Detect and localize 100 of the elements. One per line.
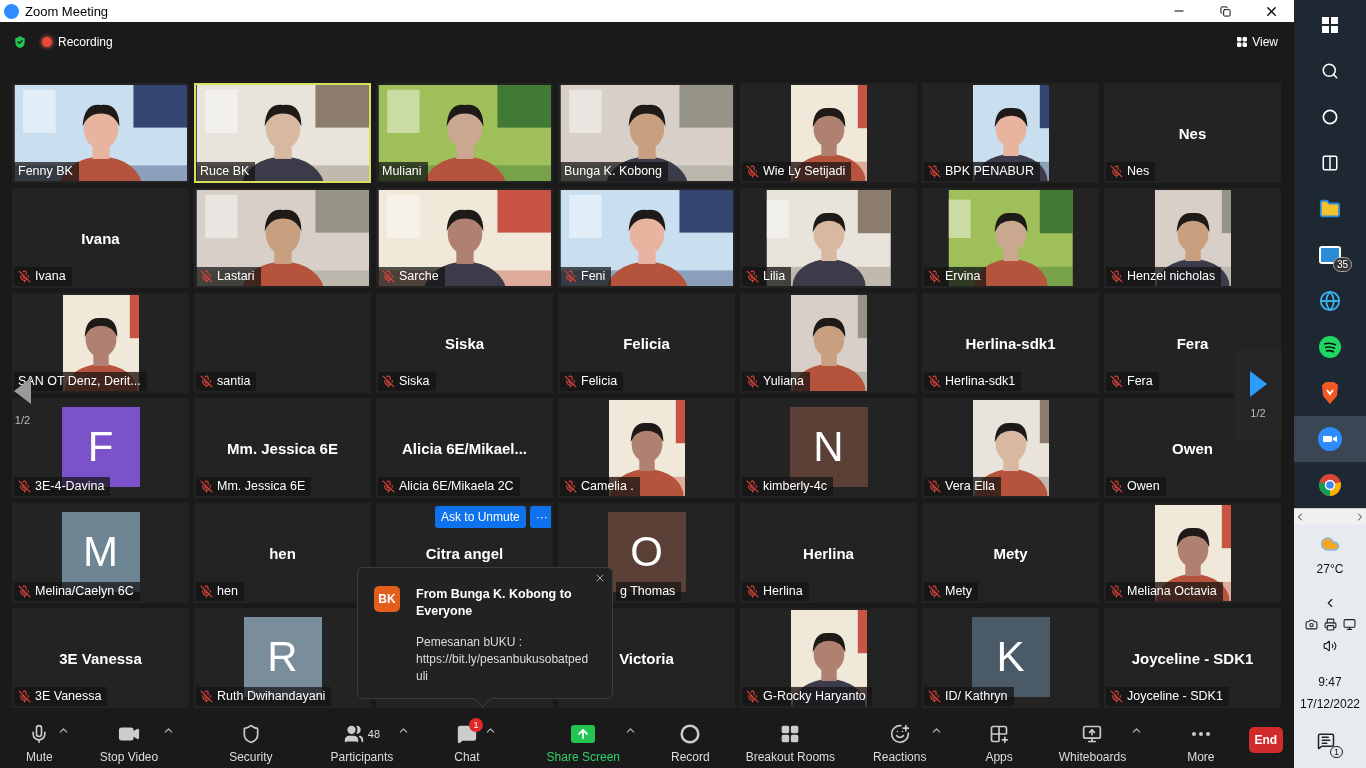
participant-name: Wie Ly Setijadi <box>763 164 846 178</box>
display-name: Alicia 6E/Mikael... <box>400 440 529 457</box>
page-indicator: 1/2 <box>14 414 31 426</box>
grid-icon <box>1236 36 1249 48</box>
message-text: Pemesanan bUKU : https://bit.ly/pesanbukusobatpeduli <box>416 634 590 685</box>
participant-name: Ruce BK <box>200 164 250 178</box>
smiley-icon <box>889 724 910 744</box>
camera-icon[interactable] <box>1304 618 1318 632</box>
music-app-icon <box>1319 336 1341 358</box>
clock-date: 17/12/2022 <box>1299 697 1361 712</box>
participant-count: 48 <box>367 728 380 740</box>
display-name: Herlina-sdk1 <box>964 335 1057 352</box>
participant-name: Lastari <box>217 269 255 283</box>
video-button[interactable]: Stop Video <box>95 716 163 764</box>
participant-name: 3E-4-Davina <box>35 479 105 493</box>
display-name: Mm. Jessica 6E <box>226 440 339 457</box>
view-button[interactable]: View <box>1232 31 1282 53</box>
participant-name: Alicia 6E/Mikaela 2C <box>399 479 514 493</box>
participant-name: Melina/Caelyn 6C <box>35 584 134 598</box>
apps-icon <box>989 724 1010 744</box>
participants-button[interactable]: 48 Participants <box>326 716 398 764</box>
participant-name: Ruth Dwihandayani <box>217 689 326 703</box>
participant-name: Ervina <box>945 269 981 283</box>
participant-name: Muliani <box>382 164 422 178</box>
monitor-icon <box>1082 724 1103 744</box>
message-sender: From Bunga K. Kobong to Everyone <box>416 586 573 620</box>
page-indicator: 1/2 <box>1250 407 1266 419</box>
security-button[interactable]: Security <box>225 716 277 764</box>
display-name: Herlina <box>802 545 855 562</box>
app-logo <box>4 3 19 19</box>
task-view-icon <box>1321 154 1339 172</box>
more-button[interactable]: More <box>1183 716 1219 764</box>
participant-name: Yuliana <box>763 374 804 388</box>
participant-name: kimberly-4c <box>763 479 827 493</box>
network-icon[interactable] <box>1342 618 1356 632</box>
mute-button[interactable]: Mute <box>22 716 57 764</box>
participant-name: Herlina-sdk1 <box>945 374 1016 388</box>
unread-badge: 1 <box>468 718 483 732</box>
display-name: Joyceline - SDK1 <box>1130 650 1255 667</box>
participant-name: Owen <box>1127 479 1160 493</box>
display-name: Owen <box>1171 440 1214 457</box>
grid-icon <box>780 724 801 744</box>
participant-name: santia <box>217 374 251 388</box>
participant-name: Camelia . <box>581 479 634 493</box>
end-button[interactable]: End <box>1248 727 1284 753</box>
display-name: Citra angel <box>424 545 505 562</box>
share-button[interactable]: Share Screen <box>542 716 624 764</box>
shield-check-icon[interactable] <box>12 34 28 50</box>
whiteboards-button[interactable]: Whiteboards <box>1054 716 1131 764</box>
participant-name: Nes <box>1127 164 1150 178</box>
lion-shield-icon <box>1320 382 1340 404</box>
participant-name: Mety <box>945 584 973 598</box>
search-icon <box>1321 62 1339 80</box>
participant-name: Bunga K. Kobong <box>564 164 662 178</box>
sender-avatar: BK <box>374 586 400 612</box>
participant-name: Henzel nicholas <box>1127 269 1216 283</box>
taskbar-button[interactable]: 35 <box>1294 232 1366 278</box>
participant-name: Joyceline - SDK1 <box>1127 689 1223 703</box>
breakout-button[interactable]: Breakout Rooms <box>741 716 840 764</box>
participant-name: Ivana <box>35 269 66 283</box>
participant-name: ID/ Kathryn <box>945 689 1008 703</box>
temperature: 27°C <box>1316 562 1344 577</box>
more-button[interactable]: ··· <box>529 506 551 528</box>
participant-name: Siska <box>399 374 430 388</box>
display-name: Mety <box>992 545 1029 562</box>
browser-icon <box>1318 473 1342 497</box>
recording-status: Recording <box>58 35 113 49</box>
circle-icon <box>1322 109 1338 125</box>
participant-name: hen <box>217 584 238 598</box>
next-page-button[interactable] <box>1249 371 1267 397</box>
participant-name: g Thomas <box>620 584 676 598</box>
globe-icon <box>1319 290 1341 312</box>
restore-icon <box>1219 5 1231 17</box>
taskbar-button[interactable] <box>1294 416 1366 462</box>
close-button[interactable] <box>594 572 606 584</box>
participant-name: Sarche <box>399 269 439 283</box>
window-title: Zoom Meeting <box>25 3 109 19</box>
participant-name: Mm. Jessica 6E <box>217 479 306 493</box>
volume-icon[interactable] <box>1323 639 1337 654</box>
record-button[interactable]: Record <box>667 716 714 764</box>
recording-dot-icon <box>42 37 52 47</box>
more-icon <box>1191 732 1210 736</box>
notifications-button[interactable]: 1 <box>1317 732 1343 758</box>
participant-name: Vera Ella <box>945 479 996 493</box>
participant-name: G-Rocky Haryanto <box>763 689 866 703</box>
apps-button[interactable]: Apps <box>981 716 1017 764</box>
printer-icon[interactable] <box>1323 618 1337 632</box>
record-icon <box>680 724 701 744</box>
display-name: hen <box>268 545 297 562</box>
participant-name: Fera <box>1127 374 1153 388</box>
ask-to-unmute-button[interactable]: Ask to Unmute <box>435 506 526 528</box>
chat-button[interactable]: Chat 1 <box>450 716 484 764</box>
mail-count-badge: 35 <box>1332 257 1352 272</box>
display-name: Felicia <box>622 335 671 352</box>
participant-name: Feni <box>581 269 606 283</box>
participant-name: Herlina <box>763 584 803 598</box>
participant-name: 3E Vanessa <box>35 689 102 703</box>
display-name: 3E Vanessa <box>58 650 143 667</box>
reactions-button[interactable]: Reactions <box>869 716 931 764</box>
display-name: Fera <box>1175 335 1210 352</box>
